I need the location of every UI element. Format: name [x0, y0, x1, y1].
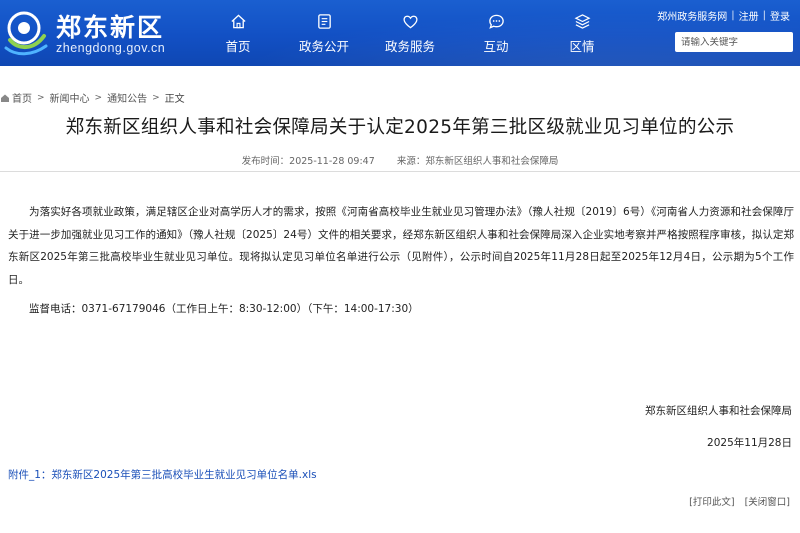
service-portal-link[interactable]: 郑州政务服务网: [657, 8, 727, 23]
layers-icon: [574, 14, 590, 29]
nav-item-gov-services[interactable]: 政务服务: [367, 0, 453, 66]
nav-label: 区情: [569, 39, 595, 54]
nav-label: 互动: [483, 39, 509, 54]
print-button[interactable]: [打印此文]: [689, 494, 734, 508]
breadcrumb-current: 正文: [164, 94, 185, 105]
breadcrumb: 首页 > 新闻中心 > 通知公告 > 正文: [0, 90, 185, 105]
login-link[interactable]: 登录: [770, 8, 790, 23]
signature-date: 2025年11月28日: [707, 437, 792, 449]
divider: [0, 171, 800, 172]
supervision-phone: 监督电话：0371-67179046（工作日上午：8:30-12:00）（下午：…: [29, 303, 419, 315]
breadcrumb-home[interactable]: 首页: [12, 90, 32, 105]
separator: |: [762, 10, 766, 21]
separator: |: [731, 10, 735, 21]
signature-org: 郑东新区组织人事和社会保障局: [645, 405, 792, 417]
site-header: 郑东新区 zhengdong.gov.cn 首页 政务公开 政务服务 互动 区情…: [0, 0, 800, 66]
breadcrumb-arrow-icon: >: [94, 92, 103, 103]
document-icon: [317, 14, 331, 29]
nav-item-home[interactable]: 首页: [195, 0, 281, 66]
nav-label: 政务服务: [384, 39, 435, 54]
search-box[interactable]: [675, 32, 793, 52]
breadcrumb-arrow-icon: >: [37, 92, 45, 103]
nav-item-district-info[interactable]: 区情: [539, 0, 625, 66]
article-meta: 发布时间：2025-11-28 09:47 来源：郑东新区组织人事和社会保障局: [0, 153, 800, 167]
nav-label: 首页: [225, 39, 251, 54]
top-links: 郑州政务服务网 | 注册 | 登录: [657, 8, 790, 23]
main-nav: 首页 政务公开 政务服务 互动 区情: [195, 0, 625, 66]
site-logo-icon[interactable]: [4, 6, 48, 58]
chat-icon: [488, 14, 504, 29]
article-body: 为落实好各项就业政策，满足辖区企业对高学历人才的需求，按照《河南省高校毕业生就业…: [8, 206, 794, 286]
breadcrumb-arrow-icon: >: [152, 92, 160, 103]
nav-item-interaction[interactable]: 互动: [453, 0, 539, 66]
heart-icon: [402, 15, 418, 29]
nav-item-gov-affairs[interactable]: 政务公开: [281, 0, 367, 66]
site-name[interactable]: 郑东新区: [56, 8, 164, 44]
nav-label: 政务公开: [298, 39, 349, 54]
breadcrumb-news[interactable]: 新闻中心: [50, 90, 90, 105]
site-domain: zhengdong.gov.cn: [56, 41, 166, 55]
breadcrumb-notices[interactable]: 通知公告: [107, 90, 147, 105]
article-title: 郑东新区组织人事和社会保障局关于认定2025年第三批区级就业见习单位的公示: [65, 117, 735, 138]
search-input[interactable]: [681, 36, 793, 48]
bottom-actions: [打印此文] [关闭窗口]: [679, 494, 790, 508]
close-window-button[interactable]: [关闭窗口]: [745, 494, 790, 508]
attachment-link[interactable]: 附件_1：郑东新区2025年第三批高校毕业生就业见习单位名单.xls: [8, 467, 317, 482]
publish-time: 发布时间：2025-11-28 09:47: [241, 156, 375, 167]
home-icon: [230, 14, 246, 29]
article-source: 来源：郑东新区组织人事和社会保障局: [396, 156, 559, 167]
home-icon: [1, 94, 9, 102]
register-link[interactable]: 注册: [739, 8, 759, 23]
